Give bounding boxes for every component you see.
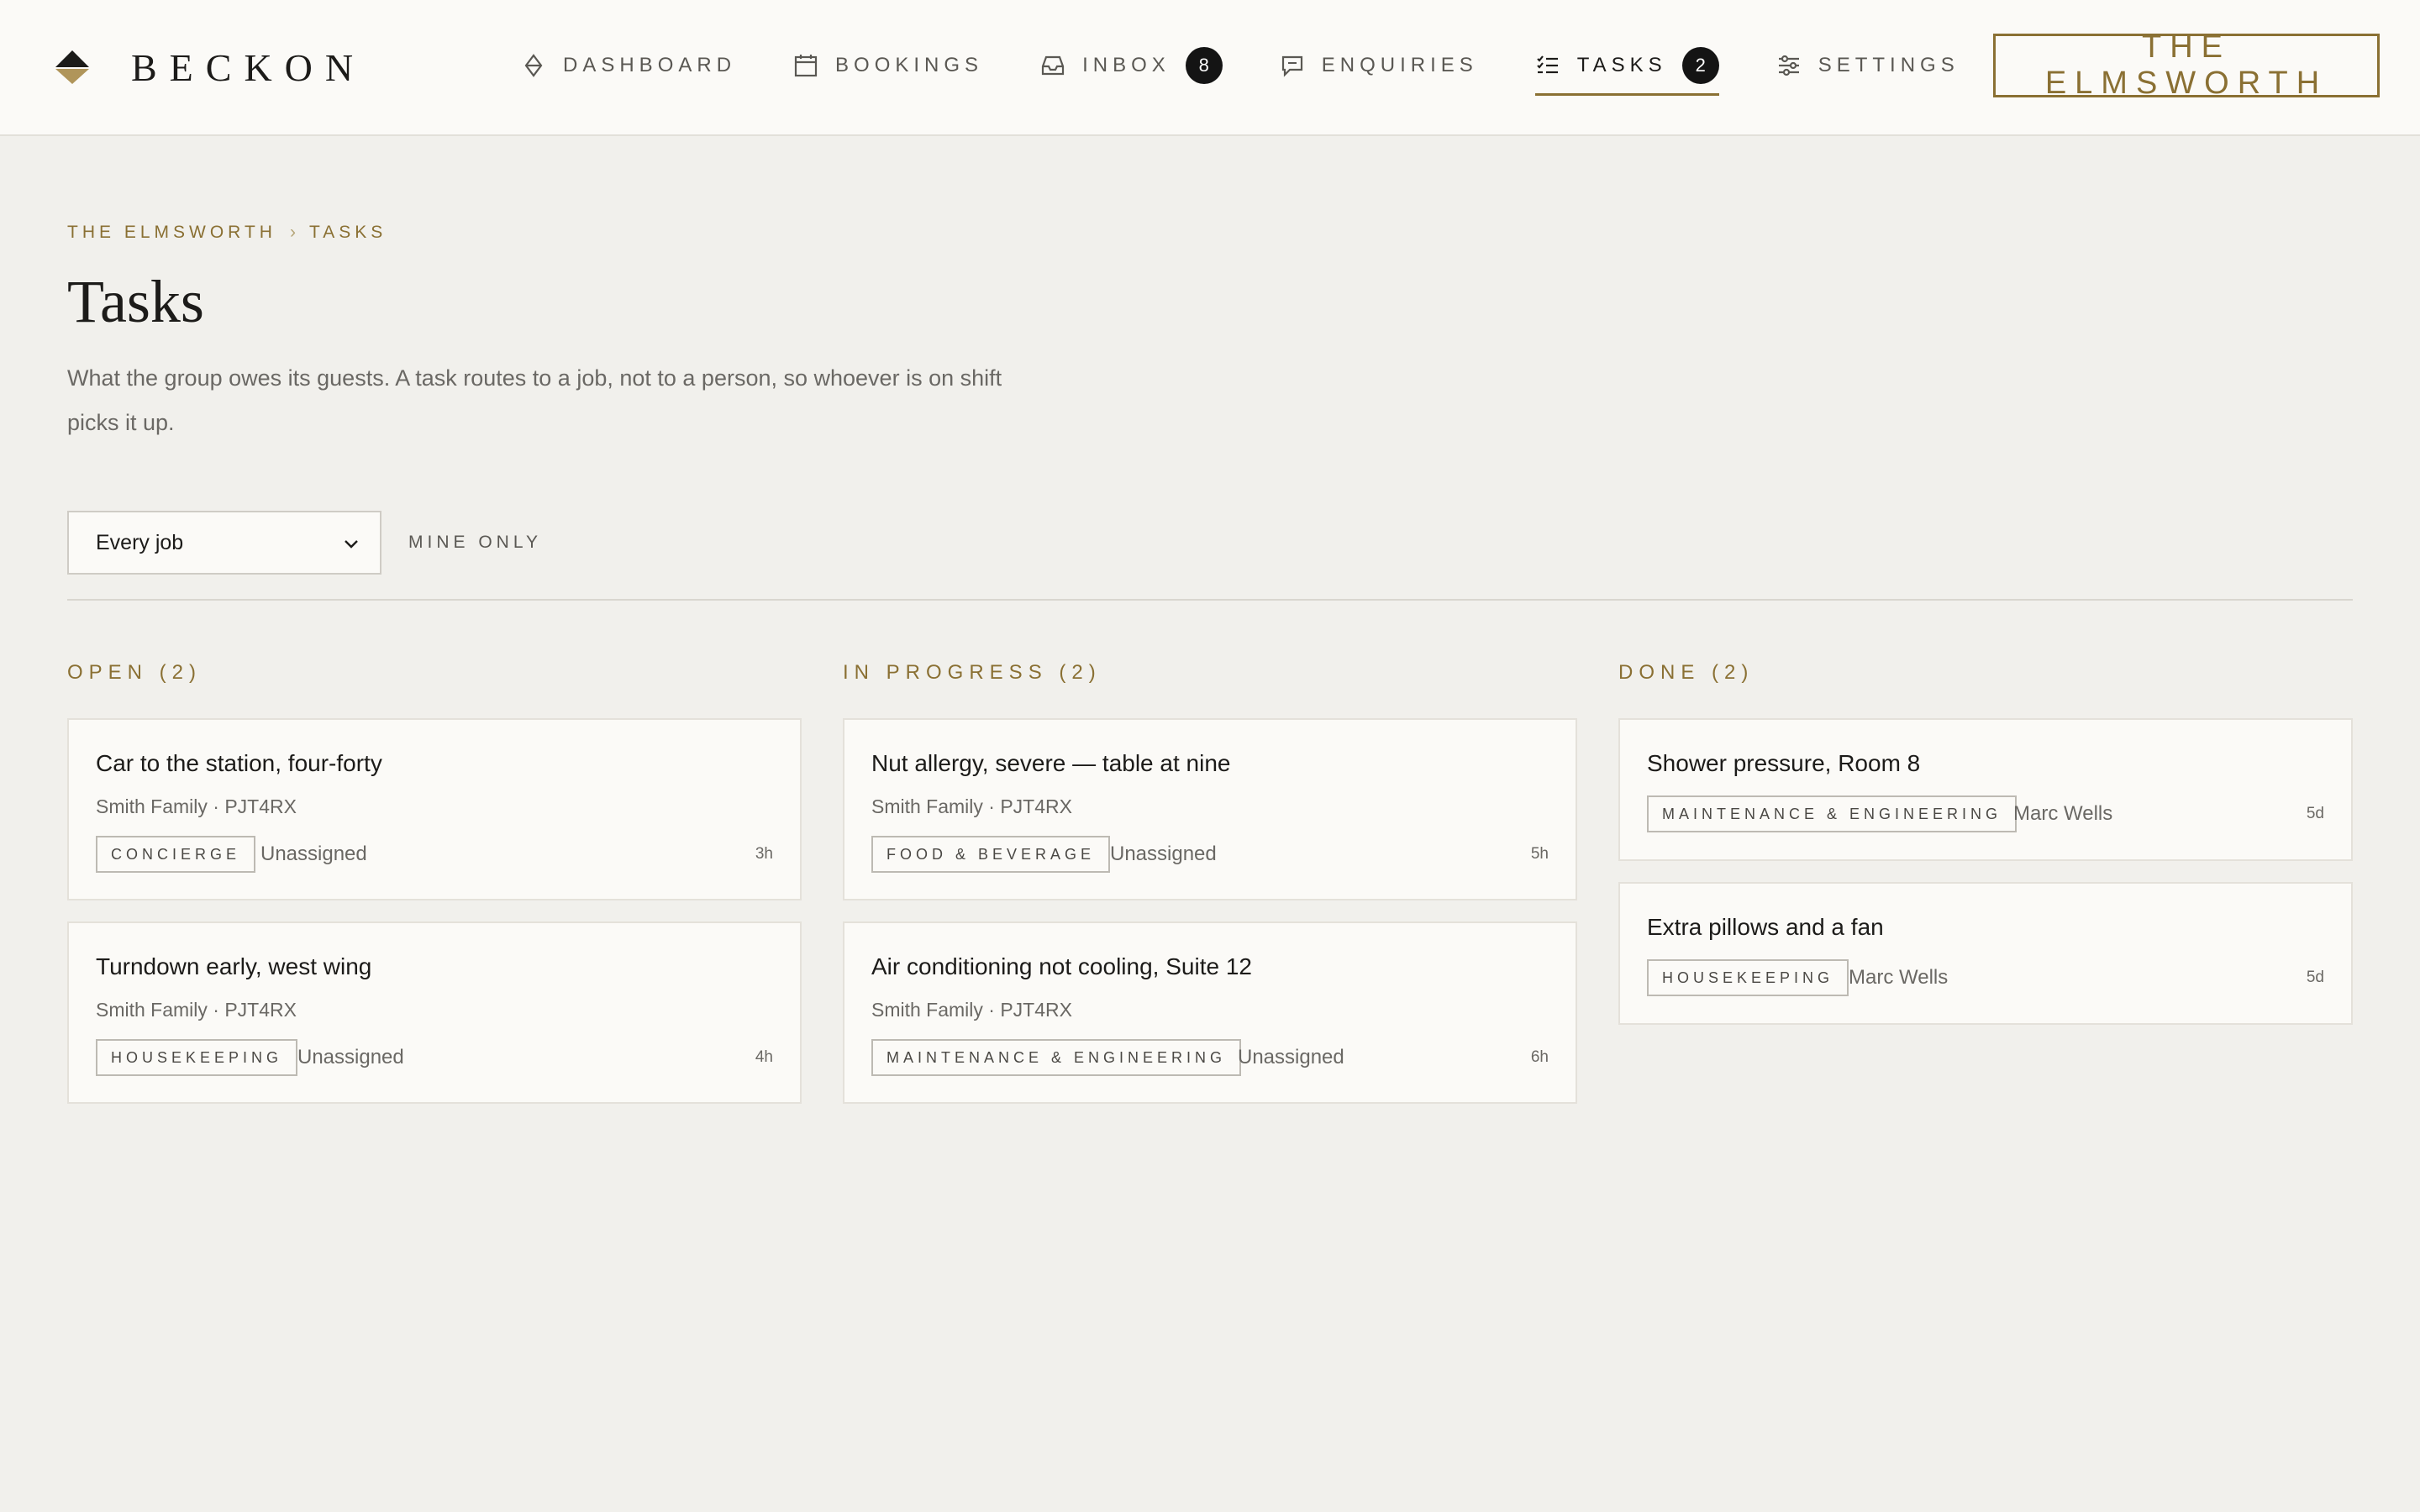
brand[interactable]: BECKON [54, 44, 366, 91]
nav-item-enquiries[interactable]: ENQUIRIES [1280, 34, 1478, 97]
breadcrumb-current: TASKS [308, 223, 387, 242]
inbox-count-badge: 8 [1185, 47, 1223, 84]
column-heading-done: DONE (2) [1618, 661, 1754, 684]
page-description: What the group owes its guests. A task r… [67, 365, 1002, 435]
breadcrumb-separator: › [289, 223, 296, 242]
task-title: Extra pillows and a fan [1647, 914, 1884, 940]
task-age: 6h [1530, 1048, 1549, 1066]
page-title: Tasks [67, 268, 204, 335]
nav-item-label: DASHBOARD [563, 54, 737, 76]
nav-item-bookings[interactable]: BOOKINGS [793, 34, 983, 97]
task-assignee: Unassigned [1110, 843, 1217, 865]
task-guest-meta: Smith Family · PJT4RX [96, 795, 297, 817]
column-heading-in-progress: IN PROGRESS (2) [843, 661, 1102, 684]
task-age: 5d [2306, 969, 2324, 986]
nav-item-label: TASKS [1576, 54, 1667, 76]
breadcrumb-parent-link[interactable]: THE ELMSWORTH [67, 223, 276, 243]
task-assignee: Unassigned [260, 843, 367, 865]
main-nav: DASHBOARD BOOKINGS INBOX 8 ENQUIRIES TAS… [521, 34, 2017, 97]
task-job-tag: HOUSEKEEPING [1647, 959, 1849, 996]
task-job-tag: MAINTENANCE & ENGINEERING [1647, 795, 2018, 832]
task-guest-meta: Smith Family · PJT4RX [871, 795, 1072, 817]
brand-name: BECKON [131, 45, 366, 89]
calendar-icon [794, 55, 818, 77]
chat-bubble-icon [1281, 55, 1302, 77]
task-assignee: Marc Wells [1849, 966, 1949, 989]
diamond-outline-icon [524, 54, 543, 77]
task-title: Air conditioning not cooling, Suite 12 [871, 953, 1252, 979]
task-age: 5h [1530, 845, 1549, 863]
tasks-count-badge: 2 [1681, 47, 1719, 84]
task-guest-meta: Smith Family · PJT4RX [871, 999, 1072, 1021]
job-filter-select[interactable]: Every job [67, 511, 381, 575]
nav-item-label: SETTINGS [1818, 54, 1960, 76]
property-switcher-button[interactable]: THE ELMSWORTH [1993, 29, 2380, 101]
task-card[interactable]: Nut allergy, severe — table at nine Smit… [843, 718, 1577, 900]
nav-item-label: ENQUIRIES [1321, 54, 1478, 76]
nav-item-label: INBOX [1082, 54, 1171, 76]
job-filter-value: Every job [96, 530, 184, 554]
mine-only-toggle[interactable]: MINE ONLY [408, 528, 542, 558]
task-title: Car to the station, four-forty [96, 750, 382, 776]
task-job-tag: FOOD & BEVERAGE [871, 836, 1111, 873]
sliders-icon [1778, 55, 1799, 76]
chevron-down-icon [345, 540, 358, 549]
nav-item-dashboard[interactable]: DASHBOARD [521, 34, 736, 97]
task-title: Nut allergy, severe — table at nine [871, 750, 1231, 776]
nav-item-label: BOOKINGS [835, 54, 984, 76]
checklist-icon [1537, 55, 1558, 74]
task-title: Turndown early, west wing [96, 953, 372, 979]
nav-item-settings[interactable]: SETTINGS [1776, 34, 1960, 97]
task-guest-meta: Smith Family · PJT4RX [96, 999, 297, 1021]
column-heading-open: OPEN (2) [67, 661, 203, 684]
task-job-tag: MAINTENANCE & ENGINEERING [871, 1039, 1242, 1076]
task-title: Shower pressure, Room 8 [1647, 750, 1921, 776]
nav-item-tasks[interactable]: TASKS 2 [1534, 34, 1719, 97]
task-assignee: Unassigned [1238, 1046, 1344, 1068]
task-card[interactable]: Air conditioning not cooling, Suite 12 S… [843, 921, 1577, 1104]
task-card[interactable]: Extra pillows and a fan HOUSEKEEPING Mar… [1618, 882, 2353, 1025]
task-card[interactable]: Turndown early, west wing Smith Family ·… [67, 921, 802, 1104]
breadcrumb: THE ELMSWORTH › TASKS [67, 220, 387, 245]
nav-item-inbox[interactable]: INBOX 8 [1040, 34, 1223, 97]
filter-divider [67, 599, 2353, 601]
task-card[interactable]: Shower pressure, Room 8 MAINTENANCE & EN… [1618, 718, 2353, 861]
task-assignee: Unassigned [297, 1046, 404, 1068]
task-age: 3h [755, 845, 773, 863]
task-job-tag: HOUSEKEEPING [96, 1039, 298, 1076]
task-job-tag: CONCIERGE [96, 836, 256, 873]
top-navigation-bar: BECKON DASHBOARD BOOKINGS INBOX 8 ENQUIR… [0, 0, 2420, 136]
mine-only-label: MINE ONLY [408, 533, 542, 552]
task-age: 5d [2306, 805, 2324, 822]
inbox-tray-icon [1041, 55, 1065, 76]
task-age: 4h [755, 1048, 773, 1066]
diamond-logo-icon [55, 50, 89, 84]
task-card[interactable]: Car to the station, four-forty Smith Fam… [67, 718, 802, 900]
task-assignee: Marc Wells [2013, 802, 2113, 825]
